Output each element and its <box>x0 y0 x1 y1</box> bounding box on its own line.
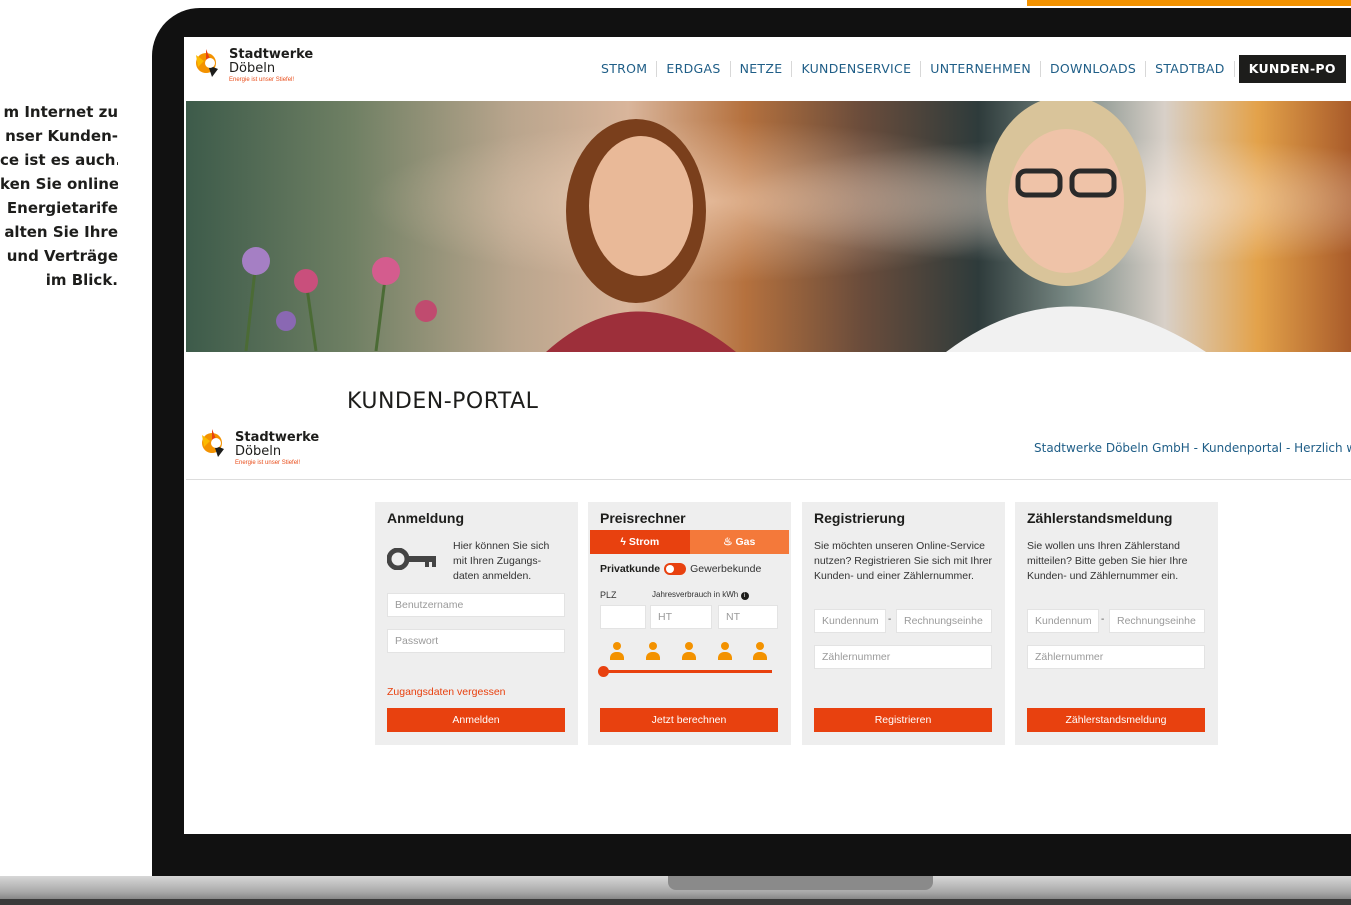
login-help-text: Hier können Sie sich mit Ihren Zugangs-d… <box>453 540 550 582</box>
flame-icon: ♨ <box>723 536 736 548</box>
meter-reading-title: Zählerstandsmeldung <box>1027 510 1173 526</box>
promo-line: ken Sie online <box>0 175 118 193</box>
logo-city: Döbeln <box>229 61 276 76</box>
plz-label: PLZ <box>600 590 617 600</box>
orange-accent-strip <box>1027 0 1351 6</box>
forgot-credentials-link[interactable]: Zugangsdaten vergessen <box>387 686 506 698</box>
gear-logo-icon <box>188 45 224 81</box>
person-icon[interactable] <box>753 642 767 660</box>
customer-type-toggle-row: Privatkunde Gewerbekunde <box>600 563 762 576</box>
meter-reading-button[interactable]: Zählerstandsmeldung <box>1027 708 1205 732</box>
customer-number-input[interactable]: Kundennum <box>1027 609 1099 633</box>
person-icon[interactable] <box>610 642 624 660</box>
promo-text: m Internet zu nser Kunden- ce ist es auc… <box>0 100 118 292</box>
key-icon <box>387 548 436 570</box>
meter-reading-panel: Zählerstandsmeldung Sie wollen uns Ihren… <box>1015 502 1218 745</box>
price-calculator-panel: Preisrechner ϟ Strom ♨ Gas Privatkunde Ge… <box>588 502 791 745</box>
laptop-shadow <box>0 899 1351 905</box>
promo-line: im Blick. <box>45 271 118 289</box>
promo-line: und Verträge <box>6 247 118 265</box>
promo-line: Energietarife <box>6 199 118 217</box>
flowers-decoration <box>242 247 437 351</box>
page-title: KUNDEN-PORTAL <box>347 389 539 414</box>
promo-line: ce ist es auch. <box>0 151 118 169</box>
header-logo[interactable]: Stadtwerke Döbeln Energie ist unser Stie… <box>188 45 313 85</box>
tab-strom-label: Strom <box>628 536 660 548</box>
energy-tabs: ϟ Strom ♨ Gas <box>590 530 789 554</box>
laptop-base <box>0 876 1351 905</box>
household-size-slider[interactable] <box>598 666 772 677</box>
website-screen: Stadtwerke Döbeln Energie ist unser Stie… <box>184 37 1351 834</box>
nav-item-unternehmen[interactable]: UNTERNEHMEN <box>921 61 1041 77</box>
meter-number-input[interactable]: Zählernummer <box>814 645 992 669</box>
invoice-unit-input[interactable]: Rechnungseinhe <box>896 609 992 633</box>
hero-image <box>186 101 1351 352</box>
person-icon[interactable] <box>682 642 696 660</box>
field-separator: - <box>888 614 892 625</box>
login-title: Anmeldung <box>387 510 464 526</box>
woman-right-photo <box>946 101 1206 352</box>
promo-line: m Internet zu <box>3 103 118 121</box>
nt-input[interactable]: NT <box>718 605 778 629</box>
promo-line: nser Kunden- <box>5 127 118 145</box>
consumption-label: Jahresverbrauch in kWh i <box>652 590 749 600</box>
calculate-button[interactable]: Jetzt berechnen <box>600 708 778 732</box>
plz-input[interactable] <box>600 605 646 629</box>
section-divider <box>186 479 1351 480</box>
woman-left-photo <box>546 119 736 352</box>
portal-logo: Stadtwerke Döbeln Energie ist unser Stie… <box>194 425 319 468</box>
person-icon[interactable] <box>646 642 660 660</box>
consumption-label-text: Jahresverbrauch in kWh <box>652 590 739 599</box>
gear-logo-icon <box>194 425 230 461</box>
welcome-text: Stadtwerke Döbeln GmbH - Kundenportal - … <box>1034 441 1351 455</box>
nav-item-kundenservice[interactable]: KUNDENSERVICE <box>792 61 922 77</box>
logo-name: Stadtwerke <box>235 430 320 445</box>
username-input[interactable]: Benutzername <box>387 593 565 617</box>
login-button[interactable]: Anmelden <box>387 708 565 732</box>
nav-item-netze[interactable]: NETZE <box>731 61 793 77</box>
logo-tagline: Energie ist unser Stiefel! <box>235 460 301 466</box>
registration-panel: Registrierung Sie möchten unseren Online… <box>802 502 1005 745</box>
tab-strom[interactable]: ϟ Strom <box>590 530 690 554</box>
tab-gas[interactable]: ♨ Gas <box>689 530 789 554</box>
customer-number-input[interactable]: Kundennum <box>814 609 886 633</box>
logo-name: Stadtwerke <box>229 47 314 62</box>
field-separator: - <box>1101 614 1105 625</box>
top-navigation: Stadtwerke Döbeln Energie ist unser Stie… <box>184 37 1351 101</box>
info-icon[interactable]: i <box>740 592 749 600</box>
calculator-title: Preisrechner <box>600 510 686 526</box>
slider-handle[interactable] <box>598 666 609 677</box>
login-panel: Anmeldung Hier können Sie sich mit Ihren… <box>375 502 578 745</box>
register-button[interactable]: Registrieren <box>814 708 992 732</box>
logo-tagline: Energie ist unser Stiefel! <box>229 77 295 83</box>
lightning-icon: ϟ <box>620 536 629 548</box>
nav-item-downloads[interactable]: DOWNLOADS <box>1041 61 1147 77</box>
password-input[interactable]: Passwort <box>387 629 565 653</box>
invoice-unit-input[interactable]: Rechnungseinhe <box>1109 609 1205 633</box>
private-customer-label: Privatkunde <box>600 563 661 575</box>
registration-help-text: Sie möchten unseren Online-Service nutze… <box>814 540 992 582</box>
promo-line: alten Sie Ihre <box>4 223 118 241</box>
nav-item-strom[interactable]: STROM <box>592 61 658 77</box>
person-icon[interactable] <box>718 642 732 660</box>
ht-input[interactable]: HT <box>650 605 712 629</box>
nav-item-erdgas[interactable]: ERDGAS <box>657 61 731 77</box>
nav-item-kundenportal[interactable]: KUNDEN-PO <box>1238 55 1346 83</box>
meter-number-input[interactable]: Zählernummer <box>1027 645 1205 669</box>
customer-type-toggle[interactable] <box>664 563 687 576</box>
laptop-notch <box>668 876 933 890</box>
registration-title: Registrierung <box>814 510 906 526</box>
main-menu: STROM ERDGAS NETZE KUNDENSERVICE UNTERNE… <box>592 55 1346 83</box>
logo-city: Döbeln <box>235 444 282 459</box>
meter-reading-help-text: Sie wollen uns Ihren Zählerstand mitteil… <box>1027 540 1188 582</box>
tab-gas-label: Gas <box>735 536 756 548</box>
business-customer-label: Gewerbekunde <box>690 563 762 575</box>
nav-item-stadtbad[interactable]: STADTBAD <box>1146 61 1235 77</box>
